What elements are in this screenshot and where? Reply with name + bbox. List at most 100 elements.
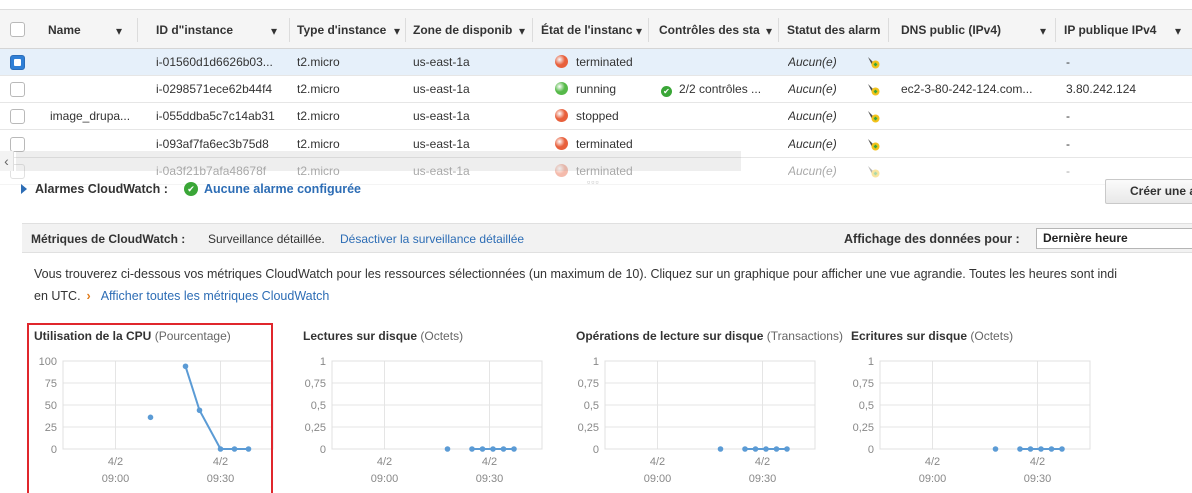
row-checkbox[interactable] <box>10 55 25 70</box>
x-tick-day: 4/2 <box>650 456 665 468</box>
state-label: stopped <box>576 109 619 124</box>
x-tick-time: 09:00 <box>371 473 399 485</box>
public-ip-cell: - <box>1066 136 1070 151</box>
chart-plot: 1 0,75 0,5 0,25 0 4/2 09:00 4/2 09:30 <box>305 356 543 485</box>
state-label: running <box>576 82 617 97</box>
sort-chevron-icon[interactable]: ▾ <box>766 24 772 38</box>
column-header-state[interactable]: État de l'instanc <box>541 10 641 50</box>
alarms-section: Alarmes CloudWatch : ✔ Aucune alarme con… <box>0 179 1192 204</box>
column-label: IP publique IPv4 <box>1064 23 1157 37</box>
y-tick-label: 0 <box>868 444 874 456</box>
data-point <box>1059 446 1065 452</box>
y-tick-label: 0,5 <box>584 400 599 412</box>
horizontal-scrollbar[interactable] <box>16 151 741 171</box>
metric-chart[interactable]: Lectures sur disque (Octets) 1 0,75 0,5 0,25… <box>294 325 554 493</box>
column-header-public-dns[interactable]: DNS public (IPv4) <box>901 10 1031 50</box>
check-circle-icon: ✔ <box>184 182 198 196</box>
sort-chevron-icon[interactable]: ▾ <box>116 24 122 38</box>
row-checkbox[interactable] <box>10 109 25 125</box>
instance-state-cell: stopped <box>555 103 655 130</box>
instance-id-cell: i-01560d1d6626b03... <box>156 55 273 69</box>
column-divider[interactable] <box>405 18 406 42</box>
x-tick-day: 4/2 <box>377 456 392 468</box>
column-divider[interactable] <box>289 18 290 42</box>
table-row[interactable]: i-0298571ece62b44f4 t2.micro us-east-1a run… <box>0 76 1192 104</box>
data-point <box>500 446 507 452</box>
column-divider[interactable] <box>648 18 649 42</box>
alarms-link[interactable]: Aucune alarme configurée <box>204 182 361 196</box>
column-label: ID d"instance <box>156 23 234 37</box>
y-tick-label: 0,25 <box>578 422 599 434</box>
y-tick-label: 0,75 <box>853 378 874 390</box>
column-divider[interactable] <box>1055 18 1056 42</box>
column-header-instance-type[interactable]: Type d'instance <box>297 10 405 50</box>
public-dns-cell <box>901 131 1051 158</box>
create-alarm-icon[interactable] <box>866 137 880 151</box>
column-header-alarm-status[interactable]: Statut des alarm <box>787 10 883 50</box>
column-header-name[interactable]: Name <box>48 10 138 50</box>
sort-chevron-icon[interactable]: ▾ <box>1040 24 1046 38</box>
expand-triangle-icon[interactable] <box>21 184 27 194</box>
column-label: DNS public (IPv4) <box>901 23 1002 37</box>
table-row[interactable]: i-01560d1d6626b03... t2.micro us-east-1a te… <box>0 49 1192 76</box>
select-all-checkbox[interactable] <box>10 22 25 37</box>
column-divider[interactable] <box>778 18 779 42</box>
data-point <box>1027 446 1034 452</box>
availability-zone-cell: us-east-1a <box>413 109 470 124</box>
x-tick-time: 09:00 <box>644 473 672 485</box>
sort-chevron-icon[interactable]: ▾ <box>636 24 642 38</box>
column-label: Type d'instance <box>297 23 387 37</box>
create-alarm-icon[interactable] <box>866 164 880 178</box>
status-checks-label: 2/2 contrôles ... <box>679 82 762 97</box>
state-dot-icon <box>555 55 568 68</box>
column-divider[interactable] <box>137 18 138 42</box>
state-dot-icon <box>555 82 568 96</box>
column-label: Name <box>48 23 81 37</box>
create-alarm-button[interactable]: Créer une a <box>1105 179 1192 204</box>
create-alarm-icon[interactable] <box>866 55 880 69</box>
table-row[interactable]: image_drupa... i-055ddba5c7c14ab31 t2.micr… <box>0 103 1192 131</box>
column-divider[interactable] <box>532 18 533 42</box>
monitoring-description: Surveillance détaillée. <box>208 232 325 246</box>
metric-chart[interactable]: Opérations de lecture sur disque (Transa… <box>567 325 843 493</box>
y-tick-label: 0,5 <box>859 400 874 412</box>
all-metrics-link[interactable]: Afficher toutes les métriques CloudWatch <box>101 289 330 303</box>
column-header-instance-id[interactable]: ID d"instance <box>156 10 266 50</box>
state-dot-icon <box>555 136 568 150</box>
alarm-status-cell: Aucun(e) <box>788 82 837 97</box>
create-alarm-icon[interactable] <box>866 82 880 96</box>
sort-chevron-icon[interactable]: ▾ <box>394 24 400 38</box>
table-header: Name ▾ ID d"instance ▾ Type d'instance ▾… <box>0 9 1192 49</box>
instance-type-cell: t2.micro <box>297 55 340 69</box>
row-checkbox[interactable] <box>10 136 25 152</box>
highlight-frame <box>27 323 273 493</box>
alarm-status-cell: Aucun(e) <box>788 136 837 151</box>
sort-chevron-icon[interactable]: ▾ <box>519 24 525 38</box>
x-tick-time: 09:00 <box>919 473 947 485</box>
data-point <box>742 446 748 452</box>
column-label: Statut des alarm <box>787 23 881 37</box>
column-header-public-ip[interactable]: IP publique IPv4 <box>1064 10 1174 50</box>
data-point <box>717 446 724 452</box>
sort-chevron-icon[interactable]: ▾ <box>1175 24 1181 38</box>
check-circle-icon: ✔ <box>661 86 672 98</box>
instance-state-cell: running <box>555 76 655 103</box>
x-tick-time: 09:30 <box>749 473 777 485</box>
metric-chart[interactable]: Ecritures sur disque (Octets) 1 0,75 0,5 0,2… <box>842 325 1102 493</box>
column-label: État de l'instanc <box>541 23 633 37</box>
y-tick-label: 0,25 <box>853 422 874 434</box>
data-point <box>992 446 999 452</box>
column-header-status-checks[interactable]: Contrôles des sta <box>659 10 765 50</box>
y-tick-label: 0,25 <box>305 422 326 434</box>
x-tick-day: 4/2 <box>755 456 770 468</box>
sort-chevron-icon[interactable]: ▾ <box>271 24 277 38</box>
disable-detailed-monitoring-link[interactable]: Désactiver la surveillance détaillée <box>340 232 524 246</box>
column-header-zone[interactable]: Zone de disponib <box>413 10 526 50</box>
data-point <box>784 446 790 452</box>
x-tick-day: 4/2 <box>1030 456 1045 468</box>
create-alarm-icon[interactable] <box>866 109 880 123</box>
display-period-select[interactable]: Dernière heure <box>1036 228 1192 249</box>
row-checkbox[interactable] <box>10 82 25 98</box>
scroll-left-icon[interactable]: ‹ <box>0 151 14 171</box>
column-divider[interactable] <box>888 18 889 42</box>
